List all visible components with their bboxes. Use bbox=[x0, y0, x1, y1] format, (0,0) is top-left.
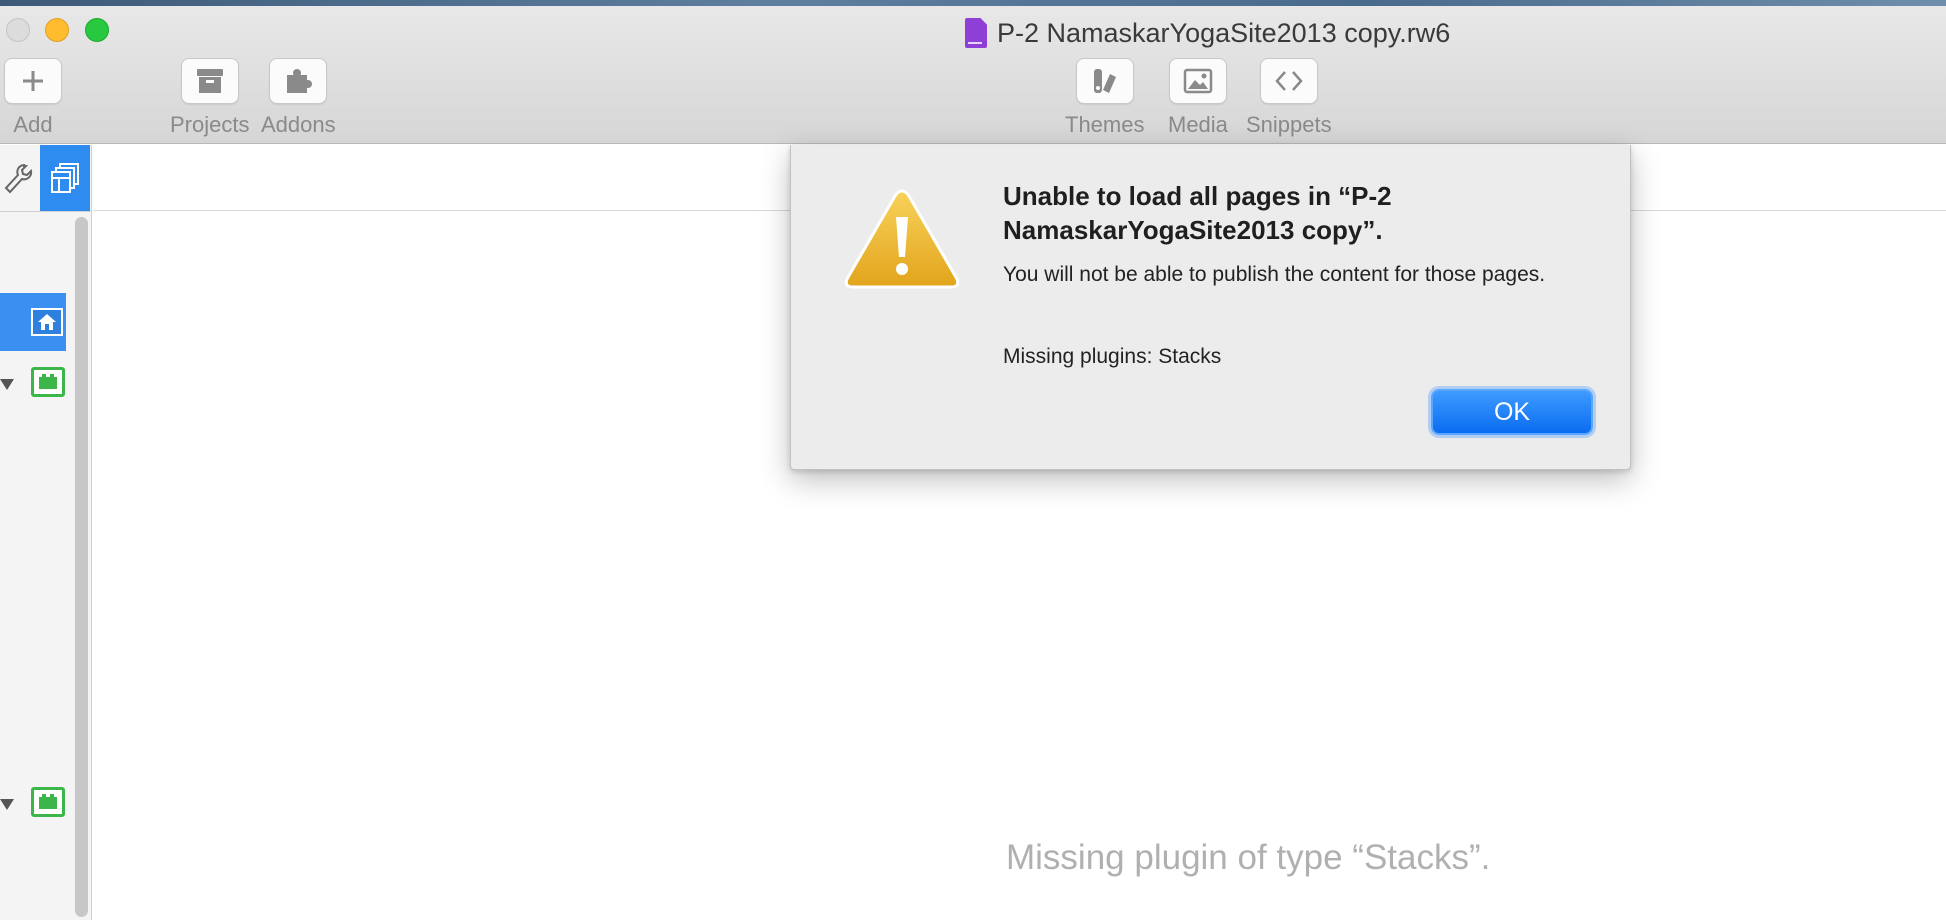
themes-icon bbox=[1093, 69, 1116, 93]
close-window-button[interactable] bbox=[6, 18, 30, 42]
themes-label: Themes bbox=[1065, 112, 1145, 137]
snippets-label: Snippets bbox=[1246, 112, 1332, 137]
add-label: Add bbox=[13, 112, 53, 137]
snippets-button[interactable] bbox=[1259, 58, 1318, 104]
add-button[interactable] bbox=[4, 58, 62, 104]
sidebar-divider bbox=[0, 211, 92, 212]
addons-tool[interactable]: Addons bbox=[261, 58, 336, 138]
add-tool[interactable]: Add bbox=[4, 58, 62, 138]
pages-icon bbox=[51, 163, 79, 193]
window-title: P-2 NamaskarYogaSite2013 copy.rw6 bbox=[965, 18, 1450, 48]
plus-icon bbox=[23, 71, 43, 91]
dialog-missing-plugins: Missing plugins: Stacks bbox=[1003, 345, 1222, 368]
stack-page-icon bbox=[39, 794, 57, 809]
pages-tab[interactable] bbox=[40, 145, 90, 211]
media-button[interactable] bbox=[1168, 58, 1227, 104]
themes-tool[interactable]: Themes bbox=[1065, 58, 1144, 138]
wrench-icon bbox=[4, 163, 33, 194]
zoom-window-button[interactable] bbox=[85, 18, 109, 42]
projects-label: Projects bbox=[170, 112, 250, 137]
ok-button[interactable]: OK bbox=[1431, 389, 1593, 435]
missing-plugin-message: Missing plugin of type “Stacks”. bbox=[1006, 838, 1491, 877]
window-titlebar: P-2 NamaskarYogaSite2013 copy.rw6 Add Pr… bbox=[0, 6, 1946, 144]
archive-box-icon bbox=[196, 69, 223, 93]
puzzle-piece-icon bbox=[287, 69, 313, 93]
stacks-page-icon[interactable] bbox=[31, 787, 65, 817]
stacks-page-icon[interactable] bbox=[31, 367, 65, 397]
stack-page-icon bbox=[39, 374, 57, 389]
themes-button[interactable] bbox=[1075, 58, 1134, 104]
snippets-tool[interactable]: Snippets bbox=[1246, 58, 1332, 138]
warning-icon bbox=[844, 189, 960, 289]
projects-button[interactable] bbox=[180, 58, 239, 104]
minimize-window-button[interactable] bbox=[45, 18, 69, 42]
house-icon bbox=[38, 314, 56, 330]
media-tool[interactable]: Media bbox=[1168, 58, 1228, 138]
media-label: Media bbox=[1168, 112, 1228, 137]
addons-button[interactable] bbox=[269, 58, 328, 104]
document-icon bbox=[965, 18, 987, 48]
disclosure-triangle-icon[interactable] bbox=[0, 799, 14, 810]
image-icon bbox=[1183, 68, 1213, 94]
alert-dialog: Unable to load all pages in “P-2 Namaska… bbox=[790, 145, 1631, 470]
projects-tool[interactable]: Projects bbox=[170, 58, 249, 138]
inspector-tab[interactable] bbox=[0, 145, 38, 211]
addons-label: Addons bbox=[261, 112, 336, 137]
dialog-title: Unable to load all pages in “P-2 Namaska… bbox=[1003, 181, 1392, 245]
sidebar bbox=[0, 145, 92, 920]
code-brackets-icon bbox=[1275, 71, 1303, 91]
window-title-text: P-2 NamaskarYogaSite2013 copy.rw6 bbox=[997, 17, 1451, 48]
sidebar-scrollbar[interactable] bbox=[75, 217, 88, 917]
dialog-message: You will not be able to publish the cont… bbox=[1003, 263, 1546, 286]
home-page-icon[interactable] bbox=[31, 308, 63, 336]
disclosure-triangle-icon[interactable] bbox=[0, 379, 14, 390]
